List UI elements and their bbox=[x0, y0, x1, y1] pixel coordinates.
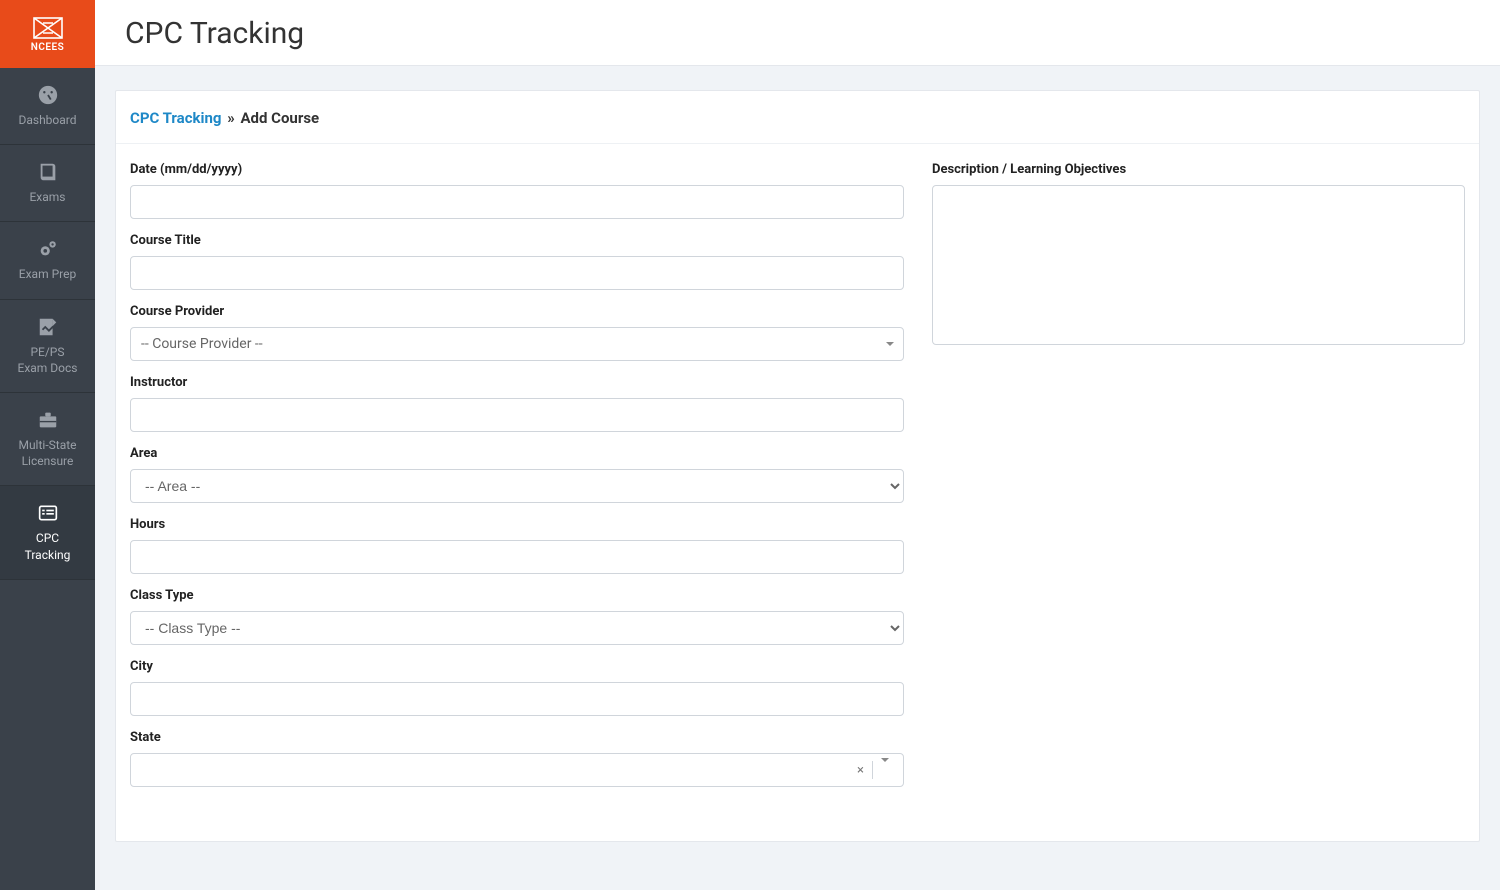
breadcrumb: CPC Tracking » Add Course bbox=[116, 91, 1479, 144]
date-input[interactable] bbox=[130, 185, 904, 219]
book-icon bbox=[35, 161, 61, 183]
city-input[interactable] bbox=[130, 682, 904, 716]
description-label: Description / Learning Objectives bbox=[932, 162, 1465, 177]
description-textarea[interactable] bbox=[932, 185, 1465, 345]
area-select[interactable]: -- Area -- bbox=[130, 469, 904, 503]
breadcrumb-separator: » bbox=[227, 109, 235, 127]
class-type-label: Class Type bbox=[130, 588, 904, 603]
hours-label: Hours bbox=[130, 517, 904, 532]
list-icon bbox=[35, 502, 61, 524]
form-right-column: Description / Learning Objectives bbox=[932, 162, 1465, 801]
form-area: Date (mm/dd/yyyy) Course Title Course Pr… bbox=[116, 144, 1479, 841]
class-type-select[interactable]: -- Class Type -- bbox=[130, 611, 904, 645]
state-label: State bbox=[130, 730, 904, 745]
course-title-label: Course Title bbox=[130, 233, 904, 248]
brand-text: NCEES bbox=[31, 42, 65, 53]
area-label: Area bbox=[130, 446, 904, 461]
content: CPC Tracking » Add Course Date (mm/dd/yy… bbox=[95, 66, 1500, 866]
instructor-label: Instructor bbox=[130, 375, 904, 390]
nav-label: Exam Prep bbox=[19, 266, 76, 282]
sidebar-item-dashboard[interactable]: Dashboard bbox=[0, 68, 95, 145]
breadcrumb-root-link[interactable]: CPC Tracking bbox=[130, 109, 221, 127]
course-title-input[interactable] bbox=[130, 256, 904, 290]
sidebar-item-cpc-tracking[interactable]: CPCTracking bbox=[0, 486, 95, 579]
sidebar-item-exam-docs[interactable]: PE/PSExam Docs bbox=[0, 300, 95, 393]
date-label: Date (mm/dd/yyyy) bbox=[130, 162, 904, 177]
ncees-logo-icon bbox=[32, 16, 64, 40]
signature-icon bbox=[35, 316, 61, 338]
sidebar: NCEES Dashboard Exams Exam Prep PE/PSExa bbox=[0, 0, 95, 890]
nav-label: Exams bbox=[29, 189, 65, 205]
sidebar-item-exams[interactable]: Exams bbox=[0, 145, 95, 222]
nav-label: PE/PSExam Docs bbox=[18, 344, 78, 376]
gears-icon bbox=[35, 238, 61, 260]
form-card: CPC Tracking » Add Course Date (mm/dd/yy… bbox=[115, 90, 1480, 842]
course-provider-placeholder: -- Course Provider -- bbox=[141, 336, 263, 352]
main: CPC Tracking CPC Tracking » Add Course D… bbox=[95, 0, 1500, 890]
form-left-column: Date (mm/dd/yyyy) Course Title Course Pr… bbox=[130, 162, 904, 801]
state-select[interactable]: × bbox=[130, 753, 904, 787]
breadcrumb-current: Add Course bbox=[240, 109, 319, 127]
page-header: CPC Tracking bbox=[95, 0, 1500, 66]
page-title: CPC Tracking bbox=[125, 16, 1470, 51]
clear-icon[interactable]: × bbox=[849, 763, 872, 778]
nav-label: CPCTracking bbox=[25, 530, 71, 562]
chevron-down-icon bbox=[873, 762, 897, 778]
briefcase-icon bbox=[35, 409, 61, 431]
sidebar-item-exam-prep[interactable]: Exam Prep bbox=[0, 222, 95, 299]
course-provider-select[interactable]: -- Course Provider -- bbox=[130, 327, 904, 361]
course-provider-label: Course Provider bbox=[130, 304, 904, 319]
nav-label: Multi-StateLicensure bbox=[18, 437, 76, 469]
nav-label: Dashboard bbox=[18, 112, 76, 128]
sidebar-item-licensure[interactable]: Multi-StateLicensure bbox=[0, 393, 95, 486]
hours-input[interactable] bbox=[130, 540, 904, 574]
city-label: City bbox=[130, 659, 904, 674]
brand-logo[interactable]: NCEES bbox=[0, 0, 95, 68]
instructor-input[interactable] bbox=[130, 398, 904, 432]
dashboard-icon bbox=[35, 84, 61, 106]
